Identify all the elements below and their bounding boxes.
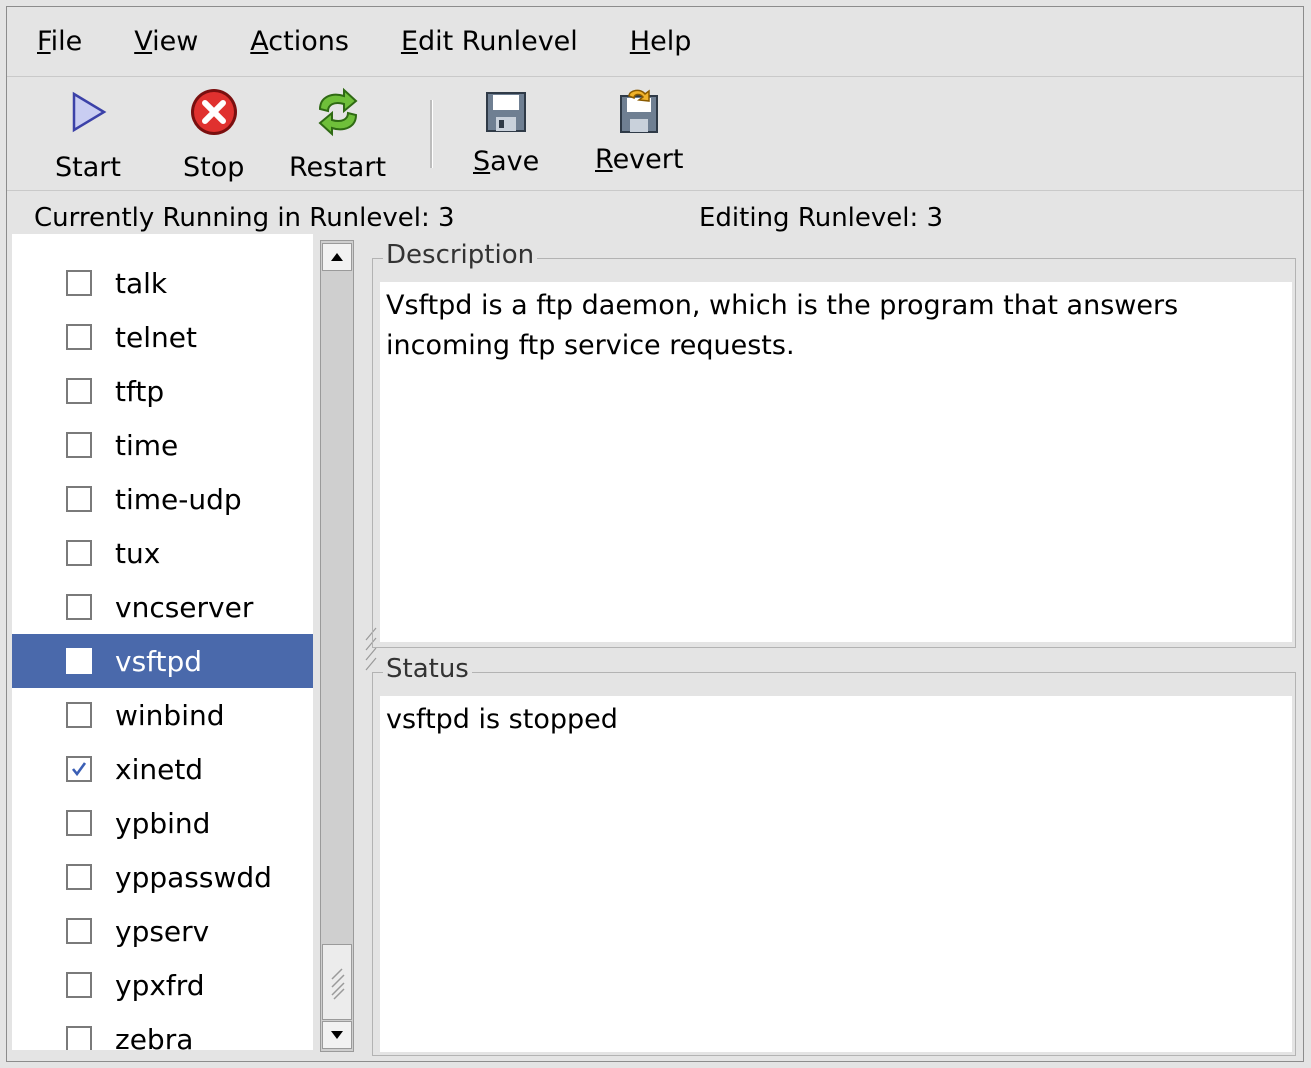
stop-button[interactable]: Stop (183, 86, 244, 183)
status-text: vsftpd is stopped (380, 696, 1292, 1052)
service-name: ypxfrd (115, 968, 205, 1002)
service-row[interactable]: yppasswdd (12, 850, 313, 904)
service-name: xinetd (115, 752, 204, 786)
service-checkbox[interactable] (66, 378, 92, 404)
current-runlevel-text: Currently Running in Runlevel: 3 (34, 203, 455, 233)
service-name: vsftpd (115, 644, 203, 678)
arrow-down-icon (331, 1031, 343, 1039)
service-checkbox[interactable] (66, 594, 92, 620)
service-row[interactable]: ypbind (12, 796, 313, 850)
service-row[interactable]: tftp (12, 364, 313, 418)
stop-label: Stop (183, 152, 245, 183)
service-name: talk (115, 266, 168, 300)
floppy-save-icon (480, 86, 532, 138)
menu-view[interactable]: View (128, 22, 204, 61)
service-name: tux (115, 536, 161, 570)
service-name: time-udp (115, 482, 242, 516)
service-checkbox[interactable] (66, 324, 92, 350)
menu-actions[interactable]: Actions (244, 22, 355, 61)
service-name: ypbind (115, 806, 211, 840)
service-checkbox[interactable] (66, 432, 92, 458)
menu-file[interactable]: File (31, 22, 88, 61)
service-checkbox[interactable] (66, 1026, 92, 1050)
service-name: time (115, 428, 179, 462)
floppy-revert-icon (613, 86, 665, 138)
service-checkbox[interactable] (66, 864, 92, 890)
restart-button[interactable]: Restart (289, 86, 386, 183)
status-title: Status (383, 654, 472, 684)
service-checkbox[interactable] (66, 486, 92, 512)
restart-arrows-icon (312, 86, 364, 138)
service-checkbox[interactable] (66, 918, 92, 944)
service-checkbox[interactable] (66, 810, 92, 836)
service-checkbox[interactable] (66, 540, 92, 566)
scrollbar-thumb[interactable] (322, 944, 352, 1020)
menubar: File View Actions Edit Runlevel Help (7, 7, 1303, 77)
restart-label: Restart (289, 152, 387, 183)
service-name: zebra (115, 1022, 194, 1051)
service-row[interactable]: ypxfrd (12, 958, 313, 1012)
revert-button[interactable]: Revert (595, 86, 683, 175)
revert-label: Revert (595, 144, 684, 175)
service-row[interactable]: vncserver (12, 580, 313, 634)
service-row[interactable]: zebra (12, 1012, 313, 1050)
service-list-scrollbar[interactable] (320, 240, 354, 1052)
save-label: Save (473, 146, 540, 177)
service-row[interactable]: winbind (12, 688, 313, 742)
description-text: Vsftpd is a ftp daemon, which is the pro… (380, 282, 1292, 642)
checkmark-icon (71, 762, 87, 777)
start-label: Start (55, 152, 121, 183)
description-title: Description (383, 240, 538, 270)
service-row[interactable]: tux (12, 526, 313, 580)
scroll-up-button[interactable] (322, 243, 352, 271)
service-checkbox[interactable] (66, 702, 92, 728)
arrow-up-icon (331, 253, 343, 261)
service-name: tftp (115, 374, 165, 408)
service-name: ypserv (115, 914, 210, 948)
service-row[interactable]: xinetd (12, 742, 313, 796)
scroll-down-button[interactable] (322, 1021, 352, 1049)
menu-edit-runlevel[interactable]: Edit Runlevel (395, 22, 584, 61)
grip-icon (331, 968, 345, 1000)
service-checkbox[interactable] (66, 270, 92, 296)
service-row[interactable]: telnet (12, 310, 313, 364)
service-name: winbind (115, 698, 225, 732)
stop-x-icon (188, 86, 240, 138)
save-button[interactable]: Save (473, 86, 539, 177)
toolbar-separator (430, 100, 433, 168)
service-row[interactable]: time (12, 418, 313, 472)
service-row[interactable]: time-udp (12, 472, 313, 526)
service-checkbox[interactable] (66, 648, 92, 674)
play-triangle-icon (62, 86, 114, 138)
service-list[interactable]: talk telnet tftp time time-udp tux vncserver vs… (12, 234, 313, 1050)
service-name: yppasswdd (115, 860, 272, 894)
start-button[interactable]: Start (55, 86, 121, 183)
service-checkbox[interactable] (66, 756, 92, 782)
menu-help[interactable]: Help (624, 22, 698, 61)
service-row[interactable]: talk (12, 256, 313, 310)
service-name: vncserver (115, 590, 254, 624)
service-row[interactable]: vsftpd (12, 634, 313, 688)
service-checkbox[interactable] (66, 972, 92, 998)
editing-runlevel-text: Editing Runlevel: 3 (699, 203, 944, 233)
service-row[interactable]: ypserv (12, 904, 313, 958)
service-name: telnet (115, 320, 197, 354)
toolbar: Start Stop Restart Save Revert (7, 78, 1303, 191)
